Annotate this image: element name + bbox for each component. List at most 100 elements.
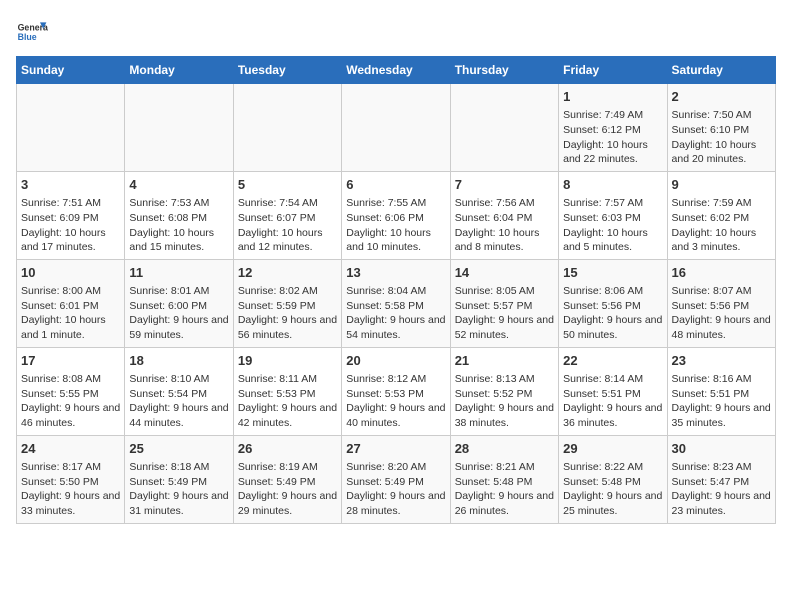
day-number: 18	[129, 352, 228, 370]
day-number: 25	[129, 440, 228, 458]
day-info: Sunrise: 8:08 AM Sunset: 5:55 PM Dayligh…	[21, 372, 120, 431]
header: General Blue	[16, 16, 776, 48]
day-info: Sunrise: 7:59 AM Sunset: 6:02 PM Dayligh…	[672, 196, 771, 255]
calendar-cell: 27 Sunrise: 8:20 AM Sunset: 5:49 PM Dayli…	[342, 435, 450, 523]
calendar-cell: 22 Sunrise: 8:14 AM Sunset: 5:51 PM Dayli…	[559, 347, 667, 435]
day-info: Sunrise: 8:23 AM Sunset: 5:47 PM Dayligh…	[672, 460, 771, 519]
day-number: 29	[563, 440, 662, 458]
calendar-cell	[342, 84, 450, 172]
day-info: Sunrise: 8:16 AM Sunset: 5:51 PM Dayligh…	[672, 372, 771, 431]
day-number: 20	[346, 352, 445, 370]
calendar-cell: 20 Sunrise: 8:12 AM Sunset: 5:53 PM Dayli…	[342, 347, 450, 435]
day-info: Sunrise: 7:56 AM Sunset: 6:04 PM Dayligh…	[455, 196, 554, 255]
day-number: 21	[455, 352, 554, 370]
day-info: Sunrise: 7:51 AM Sunset: 6:09 PM Dayligh…	[21, 196, 120, 255]
day-number: 24	[21, 440, 120, 458]
calendar-week-3: 10 Sunrise: 8:00 AM Sunset: 6:01 PM Dayli…	[17, 259, 776, 347]
weekday-header-monday: Monday	[125, 57, 233, 84]
calendar-cell	[233, 84, 341, 172]
day-info: Sunrise: 7:50 AM Sunset: 6:10 PM Dayligh…	[672, 108, 771, 167]
day-number: 11	[129, 264, 228, 282]
day-number: 9	[672, 176, 771, 194]
calendar-cell: 10 Sunrise: 8:00 AM Sunset: 6:01 PM Dayli…	[17, 259, 125, 347]
calendar-week-4: 17 Sunrise: 8:08 AM Sunset: 5:55 PM Dayli…	[17, 347, 776, 435]
calendar-cell: 30 Sunrise: 8:23 AM Sunset: 5:47 PM Dayli…	[667, 435, 775, 523]
day-info: Sunrise: 8:19 AM Sunset: 5:49 PM Dayligh…	[238, 460, 337, 519]
day-info: Sunrise: 8:18 AM Sunset: 5:49 PM Dayligh…	[129, 460, 228, 519]
calendar-cell: 28 Sunrise: 8:21 AM Sunset: 5:48 PM Dayli…	[450, 435, 558, 523]
weekday-header-wednesday: Wednesday	[342, 57, 450, 84]
weekday-header-saturday: Saturday	[667, 57, 775, 84]
day-info: Sunrise: 8:21 AM Sunset: 5:48 PM Dayligh…	[455, 460, 554, 519]
calendar-table: SundayMondayTuesdayWednesdayThursdayFrid…	[16, 56, 776, 524]
day-number: 8	[563, 176, 662, 194]
calendar-cell: 24 Sunrise: 8:17 AM Sunset: 5:50 PM Dayli…	[17, 435, 125, 523]
day-info: Sunrise: 8:12 AM Sunset: 5:53 PM Dayligh…	[346, 372, 445, 431]
calendar-cell: 16Sunrise: 8:07 AM Sunset: 5:56 PM Dayli…	[667, 259, 775, 347]
calendar-cell: 7 Sunrise: 7:56 AM Sunset: 6:04 PM Daylig…	[450, 171, 558, 259]
calendar-cell: 4 Sunrise: 7:53 AM Sunset: 6:08 PM Daylig…	[125, 171, 233, 259]
day-number: 23	[672, 352, 771, 370]
calendar-cell: 6 Sunrise: 7:55 AM Sunset: 6:06 PM Daylig…	[342, 171, 450, 259]
calendar-week-1: 1 Sunrise: 7:49 AM Sunset: 6:12 PM Daylig…	[17, 84, 776, 172]
logo-icon: General Blue	[16, 16, 48, 48]
day-number: 17	[21, 352, 120, 370]
day-info: Sunrise: 7:53 AM Sunset: 6:08 PM Dayligh…	[129, 196, 228, 255]
day-number: 3	[21, 176, 120, 194]
calendar-cell: 14 Sunrise: 8:05 AM Sunset: 5:57 PM Dayli…	[450, 259, 558, 347]
svg-text:Blue: Blue	[18, 32, 37, 42]
day-number: 27	[346, 440, 445, 458]
day-info: Sunrise: 8:00 AM Sunset: 6:01 PM Dayligh…	[21, 284, 120, 343]
calendar-week-2: 3 Sunrise: 7:51 AM Sunset: 6:09 PM Daylig…	[17, 171, 776, 259]
calendar-cell: 9 Sunrise: 7:59 AM Sunset: 6:02 PM Daylig…	[667, 171, 775, 259]
day-info: Sunrise: 8:14 AM Sunset: 5:51 PM Dayligh…	[563, 372, 662, 431]
day-info: Sunrise: 7:55 AM Sunset: 6:06 PM Dayligh…	[346, 196, 445, 255]
day-info: Sunrise: 7:49 AM Sunset: 6:12 PM Dayligh…	[563, 108, 662, 167]
day-info: Sunrise: 8:06 AM Sunset: 5:56 PM Dayligh…	[563, 284, 662, 343]
day-info: Sunrise: 8:13 AM Sunset: 5:52 PM Dayligh…	[455, 372, 554, 431]
calendar-cell	[450, 84, 558, 172]
day-number: 19	[238, 352, 337, 370]
day-info: Sunrise: 8:02 AM Sunset: 5:59 PM Dayligh…	[238, 284, 337, 343]
day-number: 14	[455, 264, 554, 282]
day-info: Sunrise: 7:54 AM Sunset: 6:07 PM Dayligh…	[238, 196, 337, 255]
calendar-cell: 26 Sunrise: 8:19 AM Sunset: 5:49 PM Dayli…	[233, 435, 341, 523]
calendar-cell: 2 Sunrise: 7:50 AM Sunset: 6:10 PM Daylig…	[667, 84, 775, 172]
day-number: 26	[238, 440, 337, 458]
day-number: 13	[346, 264, 445, 282]
day-number: 7	[455, 176, 554, 194]
day-number: 30	[672, 440, 771, 458]
weekday-header-thursday: Thursday	[450, 57, 558, 84]
day-info: Sunrise: 8:20 AM Sunset: 5:49 PM Dayligh…	[346, 460, 445, 519]
logo: General Blue	[16, 16, 48, 48]
day-info: Sunrise: 7:57 AM Sunset: 6:03 PM Dayligh…	[563, 196, 662, 255]
day-number: 10	[21, 264, 120, 282]
calendar-cell: 5 Sunrise: 7:54 AM Sunset: 6:07 PM Daylig…	[233, 171, 341, 259]
calendar-cell: 21 Sunrise: 8:13 AM Sunset: 5:52 PM Dayli…	[450, 347, 558, 435]
day-info: Sunrise: 8:05 AM Sunset: 5:57 PM Dayligh…	[455, 284, 554, 343]
day-number: 6	[346, 176, 445, 194]
calendar-cell: 12 Sunrise: 8:02 AM Sunset: 5:59 PM Dayli…	[233, 259, 341, 347]
calendar-cell	[125, 84, 233, 172]
day-number: 15	[563, 264, 662, 282]
day-info: Sunrise: 8:07 AM Sunset: 5:56 PM Dayligh…	[672, 284, 771, 343]
calendar-cell: 18Sunrise: 8:10 AM Sunset: 5:54 PM Dayli…	[125, 347, 233, 435]
day-number: 4	[129, 176, 228, 194]
calendar-cell: 23 Sunrise: 8:16 AM Sunset: 5:51 PM Dayli…	[667, 347, 775, 435]
calendar-header: SundayMondayTuesdayWednesdayThursdayFrid…	[17, 57, 776, 84]
day-number: 1	[563, 88, 662, 106]
day-number: 22	[563, 352, 662, 370]
day-number: 28	[455, 440, 554, 458]
calendar-cell: 1 Sunrise: 7:49 AM Sunset: 6:12 PM Daylig…	[559, 84, 667, 172]
day-number: 2	[672, 88, 771, 106]
day-number: 12	[238, 264, 337, 282]
calendar-week-5: 24 Sunrise: 8:17 AM Sunset: 5:50 PM Dayli…	[17, 435, 776, 523]
day-info: Sunrise: 8:11 AM Sunset: 5:53 PM Dayligh…	[238, 372, 337, 431]
calendar-body: 1 Sunrise: 7:49 AM Sunset: 6:12 PM Daylig…	[17, 84, 776, 524]
weekday-header-friday: Friday	[559, 57, 667, 84]
weekday-header-row: SundayMondayTuesdayWednesdayThursdayFrid…	[17, 57, 776, 84]
calendar-cell: 19 Sunrise: 8:11 AM Sunset: 5:53 PM Dayli…	[233, 347, 341, 435]
day-info: Sunrise: 8:17 AM Sunset: 5:50 PM Dayligh…	[21, 460, 120, 519]
weekday-header-tuesday: Tuesday	[233, 57, 341, 84]
day-number: 5	[238, 176, 337, 194]
